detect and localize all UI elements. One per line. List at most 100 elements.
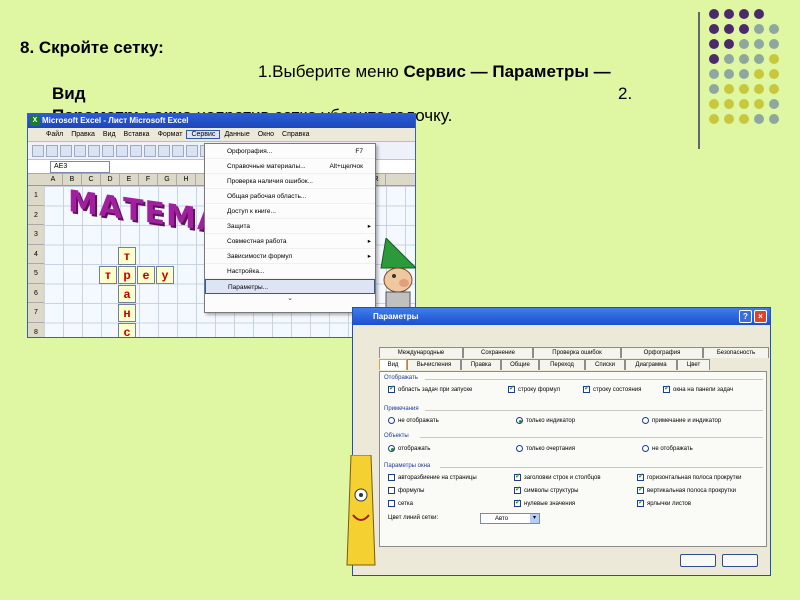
option-label: ярлычки листов (647, 500, 692, 507)
checkbox-option[interactable]: авторазбиение на страницы (388, 474, 477, 481)
row-header[interactable]: 6 (28, 284, 44, 303)
toolbar-button[interactable] (158, 144, 170, 157)
checkbox-option[interactable]: строку формул (508, 384, 560, 393)
column-header[interactable]: A (44, 174, 63, 185)
tab-view-4[interactable]: Переход (539, 359, 585, 370)
column-header[interactable]: G (158, 174, 177, 185)
checkbox-option[interactable]: область задач при запуске (388, 384, 472, 393)
checkbox-option[interactable]: сетка (388, 500, 413, 507)
column-header[interactable]: F (139, 174, 158, 185)
row-header[interactable]: 2 (28, 206, 44, 225)
tab-0[interactable]: Международные (379, 347, 463, 358)
toolbar-button[interactable] (172, 144, 184, 157)
radio-option[interactable]: только очертания (516, 445, 575, 452)
decorative-dot (724, 99, 734, 109)
checkbox-option[interactable]: символы структуры (514, 485, 578, 494)
tools-menu-item[interactable]: Общая рабочая область... (205, 189, 375, 204)
decorative-dot (709, 99, 719, 109)
checkbox-option[interactable]: заголовки строк и столбцов (514, 472, 601, 481)
menu-item[interactable]: Справка (278, 131, 313, 138)
group-window-line (440, 467, 763, 468)
tab-4[interactable]: Безопасность (703, 347, 769, 358)
column-header[interactable]: H (177, 174, 196, 185)
menu-item[interactable]: Файл (42, 131, 67, 138)
column-header[interactable]: B (63, 174, 82, 185)
menu-item[interactable]: Данные (220, 131, 253, 138)
row-header[interactable]: 7 (28, 303, 44, 323)
menu-item[interactable]: Сервис (186, 130, 221, 139)
checkbox-option[interactable]: ярлычки листов (637, 498, 692, 507)
radio-option[interactable]: не отображать (388, 417, 439, 424)
radio-option[interactable]: отображать (388, 445, 430, 452)
help-button[interactable]: ? (739, 310, 752, 323)
menu-item[interactable]: Формат (154, 131, 187, 138)
tools-menu-item[interactable]: Защита ▸ (205, 219, 375, 234)
toolbar-button[interactable] (102, 144, 114, 157)
tab-row-1: Международные Сохранение Проверка ошибок Ор… (379, 347, 769, 358)
menu-item[interactable]: Правка (67, 131, 99, 138)
checkbox-option[interactable]: нулевые значения (514, 498, 575, 507)
checkbox-option[interactable]: вертикальная полоса прокрутки (637, 485, 736, 494)
tab-view-3[interactable]: Общие (501, 359, 539, 370)
tools-menu-item[interactable]: Параметры... (205, 279, 375, 294)
column-header[interactable]: C (82, 174, 101, 185)
name-box[interactable]: AE3 (50, 160, 110, 173)
column-header[interactable]: D (101, 174, 120, 185)
dialog-title: Параметры (373, 312, 419, 321)
grid-color-select[interactable]: Авто ▾ (480, 513, 540, 524)
close-button[interactable]: × (754, 310, 767, 323)
group-notes-label: Примечания (384, 406, 419, 412)
row-header[interactable]: 8 (28, 323, 44, 338)
column-header[interactable]: E (120, 174, 139, 185)
menu-item[interactable]: Вставка (120, 131, 154, 138)
tab-view-0[interactable]: Вид (379, 359, 407, 370)
tools-menu-item[interactable]: Справочные материалы... Alt+щелчок (205, 159, 375, 174)
radio-option[interactable]: не отображать (642, 445, 693, 452)
excel-menubar: Файл Правка Вид Вставка Формат Сервис Данные Ок… (28, 128, 415, 142)
tools-menu-item[interactable]: Орфография... F7 (205, 144, 375, 159)
tab-2[interactable]: Проверка ошибок (533, 347, 621, 358)
toolbar-button[interactable] (60, 144, 72, 157)
radio-option[interactable]: только индикатор (516, 417, 575, 424)
tab-view-6[interactable]: Диаграмма (625, 359, 677, 370)
radio-option[interactable]: примечание и индикатор (642, 417, 721, 424)
toolbar-button[interactable] (144, 144, 156, 157)
row-header[interactable]: 3 (28, 225, 44, 245)
checkbox-option[interactable]: строку состояния (583, 384, 642, 393)
instruction-prefix: 1.Выберите меню (258, 62, 404, 81)
menu-item[interactable]: Вид (99, 131, 120, 138)
checkbox-option[interactable]: формулы (388, 487, 424, 494)
toolbar-button[interactable] (74, 144, 86, 157)
submenu-arrow-icon: ▸ (367, 238, 371, 245)
decorative-dot (724, 24, 734, 34)
tab-3[interactable]: Орфография (621, 347, 703, 358)
tab-1[interactable]: Сохранение (463, 347, 533, 358)
checkbox-option[interactable]: горизонтальная полоса прокрутки (637, 472, 742, 481)
row-header[interactable]: 4 (28, 245, 44, 264)
ok-button[interactable] (680, 554, 716, 567)
toolbar-button[interactable] (116, 144, 128, 157)
tools-menu-item[interactable]: Зависимости формул ▸ (205, 249, 375, 264)
option-label: вертикальная полоса прокрутки (647, 487, 736, 494)
tab-view-1[interactable]: Вычисления (407, 359, 461, 370)
menu-item[interactable]: Окно (254, 131, 278, 138)
checkbox-option[interactable]: окна на панели задач (663, 384, 733, 393)
tools-menu-item[interactable]: Настройка... (205, 264, 375, 279)
tools-menu-item[interactable]: Проверка наличия ошибок... (205, 174, 375, 189)
cancel-button[interactable] (722, 554, 758, 567)
tab-view-5[interactable]: Списки (585, 359, 625, 370)
toolbar-button[interactable] (186, 144, 198, 157)
toolbar-button[interactable] (130, 144, 142, 157)
toolbar-button[interactable] (88, 144, 100, 157)
toolbar-button[interactable] (32, 144, 44, 157)
tab-view-2[interactable]: Правка (461, 359, 501, 370)
menu-expand-icon[interactable]: ⌄ (205, 294, 375, 304)
tools-menu-item[interactable]: Доступ к книге... (205, 204, 375, 219)
tools-menu-item[interactable]: Совместная работа ▸ (205, 234, 375, 249)
tab-view-7[interactable]: Цвет (677, 359, 710, 370)
radio-icon (516, 445, 523, 452)
toolbar-button[interactable] (46, 144, 58, 157)
row-header[interactable]: 5 (28, 264, 44, 284)
option-label: строку состояния (593, 386, 642, 393)
row-header[interactable]: 1 (28, 186, 44, 206)
